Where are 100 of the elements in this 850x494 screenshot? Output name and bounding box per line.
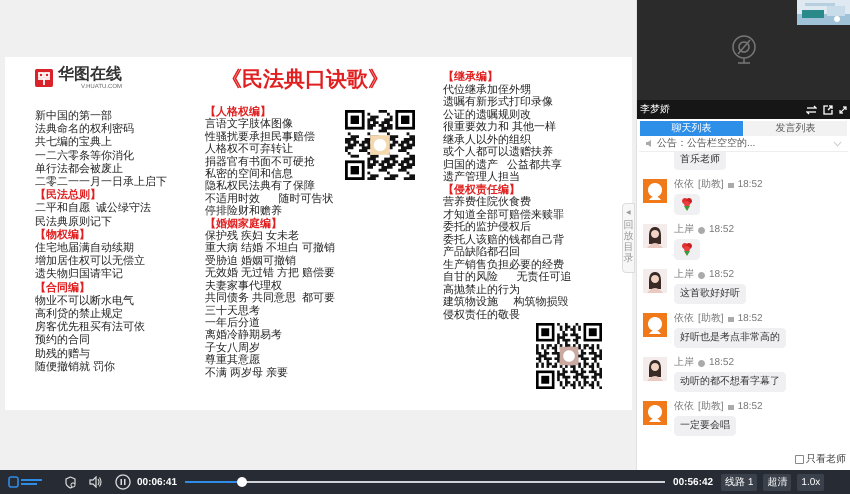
user-avatar — [643, 401, 667, 425]
lyric-line: 营养费住院伙食费 — [443, 196, 532, 208]
user-name: 上岸 — [674, 357, 694, 369]
current-time: 00:06:41 — [137, 476, 178, 490]
rose-icon — [681, 242, 693, 257]
lyric-line: 法典命名的权利密码 — [35, 123, 135, 136]
checkbox-label: 只看老师 — [806, 452, 846, 467]
qr-code — [345, 110, 415, 180]
lyric-line: 遗产管理人担当 — [443, 171, 521, 184]
user-avatar — [643, 269, 667, 293]
user-name: 上岸 — [674, 224, 694, 236]
user-avatar — [643, 357, 667, 381]
lyric-line: 代位继承加侄外甥 — [443, 84, 532, 96]
lyric-line: 一年后分道 — [205, 316, 261, 329]
lyric-line: 预约的合同 — [35, 334, 91, 348]
lyric-line: 产品缺陷都召回 — [443, 246, 521, 258]
user-avatar — [643, 224, 667, 248]
teacher-name: 李梦娇 — [640, 102, 671, 117]
lyric-line: 受胁迫 婚姻可撤销 — [205, 254, 298, 267]
player-button[interactable]: 超清 — [763, 474, 792, 490]
lyric-line: 生产销售负担必要的经费 — [443, 258, 565, 270]
role-label: [助教] — [698, 179, 724, 191]
player-button[interactable]: 1.0x — [797, 474, 824, 490]
logo-text: 华图在线 — [58, 66, 122, 82]
lyric-line: 无效婚 无过错 方把 赔偿要 — [205, 267, 336, 280]
logo-icon — [8, 476, 44, 488]
fullscreen-icon[interactable] — [839, 106, 847, 114]
lyric-line: 高利贷的禁止规定 — [35, 308, 124, 320]
chat-bubble: 好听也是考点非常高的 — [674, 328, 786, 348]
user-name: 上岸 — [674, 269, 694, 281]
lyric-line: 或个人都可以遗赠扶养 — [443, 146, 554, 158]
lyric-line: 二零二一一月一日承上启下 — [35, 176, 168, 188]
lyric-line: 隐私权民法典有了保障 — [205, 180, 316, 192]
lyric-line: 离婚冷静期易考 — [205, 329, 283, 342]
section-heading: 【侵权责任编】 — [443, 184, 521, 196]
user-name: 依依 — [674, 313, 694, 325]
role-label: [助教] — [698, 313, 724, 325]
popout-icon[interactable] — [823, 104, 833, 114]
camera-off-icon — [730, 35, 758, 65]
lyric-line: 民法典原则记下 — [35, 216, 113, 228]
slide-title: 《民法典口诀歌》 — [221, 67, 390, 93]
lyric-line: 继承人以外的组织 — [443, 134, 532, 146]
lyric-line: 三十天思考 — [205, 304, 261, 317]
lyric-line: 遗嘱有新形式打印录像 — [443, 96, 554, 108]
volume-icon[interactable] — [89, 476, 102, 488]
duration-time: 00:56:42 — [673, 476, 714, 490]
user-avatar — [643, 179, 667, 203]
chat-tab[interactable]: 发言列表 — [744, 121, 847, 136]
message-time: 18:52 — [709, 269, 734, 281]
lyric-line: 新中国的第一部 — [35, 110, 112, 123]
lyric-line: 重大病 结婚 不坦白 可撤销 — [205, 242, 336, 254]
lyric-line: 委托人该赔的钱都自己背 — [443, 234, 565, 246]
chat-bubble: 动听的都不想看字幕了 — [674, 372, 786, 392]
lyric-line: 不满 两岁母 亲要 — [205, 366, 290, 379]
lyric-line: 才知道全部可赔偿来赎罪 — [443, 208, 565, 220]
lyric-line: 随便撤销就 罚你 — [35, 360, 116, 374]
message-time: 18:52 — [738, 179, 763, 191]
lyric-line: 助残的赠与 — [35, 348, 91, 361]
section-heading: 【继承编】 — [443, 71, 499, 84]
section-heading: 【物权编】 — [35, 228, 91, 242]
lyric-line: 停排险财和赡养 — [205, 205, 283, 218]
lyric-line: 一二六零条等你消化 — [35, 150, 135, 162]
lyric-line: 不适用时效 随时可告状 — [205, 192, 334, 205]
lyric-line: 住宅地届满自动续期 — [35, 242, 134, 255]
lyric-line: 人格权不可弃转让 — [205, 143, 294, 156]
role-label: [助教] — [698, 401, 724, 413]
tab-label: 回放目录 — [624, 220, 634, 264]
progress-handle[interactable] — [236, 477, 247, 487]
message-time: 18:52 — [709, 357, 734, 369]
chat-bubble: 首乐老师 — [674, 152, 726, 170]
shield-icon[interactable] — [64, 476, 77, 488]
player-button[interactable]: 线路 1 — [721, 474, 758, 490]
lyric-line: 委托的监护侵权后 — [443, 221, 532, 234]
lyric-line: 公证的遗嘱规则改 — [443, 108, 532, 121]
lyric-line: 很重要效力和 其他一样 — [443, 121, 558, 134]
checkbox[interactable] — [795, 455, 804, 464]
message-time: 18:52 — [738, 401, 763, 413]
lyric-line: 夫妻家事代理权 — [205, 280, 283, 292]
user-avatar — [643, 313, 667, 337]
switch-icon[interactable] — [806, 104, 817, 114]
announcement-text: 公告：公告栏空空的... — [657, 136, 756, 151]
lyric-line: 二平和自愿 诚公绿守法 — [35, 202, 152, 216]
message-time: 18:52 — [738, 313, 763, 325]
lyric-line: 遗失物归国请牢记 — [35, 268, 124, 282]
user-name: 依依 — [674, 401, 694, 413]
lyric-line: 尊重其意愿 — [205, 354, 261, 367]
lyric-line: 共同债务 共同意思 都可要 — [205, 292, 336, 304]
lyric-line: 保护残 疾妇 女未老 — [205, 230, 300, 242]
pause-button[interactable] — [115, 474, 131, 490]
section-heading: 【婚姻家庭编】 — [205, 218, 283, 230]
qr-code — [536, 323, 602, 389]
lyric-line: 增加居住权可以无偿立 — [35, 255, 146, 268]
lyric-line: 捐器官有书面不可硬抢 — [205, 156, 316, 168]
message-time: 18:52 — [709, 224, 734, 236]
chat-bubble: 一定要会唱 — [674, 416, 736, 436]
lyric-line: 私密的空间和信息 — [205, 168, 294, 180]
section-heading: 【民法总则】 — [35, 189, 102, 202]
logo-icon — [35, 69, 53, 87]
lyric-line: 归国的遗产 公益都共享 — [443, 158, 564, 170]
lyric-line: 性骚扰要承担民事赔偿 — [205, 130, 316, 143]
